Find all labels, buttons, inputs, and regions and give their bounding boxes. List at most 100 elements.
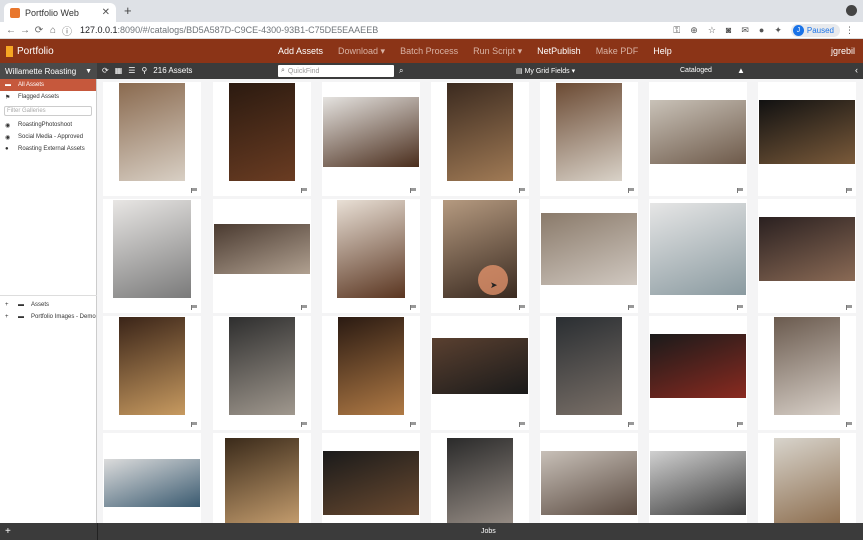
flag-icon[interactable] bbox=[301, 188, 307, 193]
asset-thumbnail[interactable] bbox=[650, 203, 746, 295]
jobs-label[interactable]: Jobs bbox=[481, 528, 496, 535]
mail-icon[interactable]: ✉ bbox=[741, 25, 749, 36]
home-icon[interactable]: ⌂ bbox=[46, 25, 60, 36]
menu-item-5[interactable]: Make PDF bbox=[596, 46, 639, 56]
asset-tile[interactable] bbox=[213, 316, 311, 430]
asset-tile[interactable] bbox=[103, 433, 201, 523]
puzzle-icon[interactable]: ✦ bbox=[774, 25, 782, 36]
asset-tile[interactable] bbox=[431, 316, 529, 430]
asset-tile[interactable] bbox=[649, 316, 747, 430]
quickfind-input[interactable]: ⌕ QuickFind bbox=[278, 65, 394, 77]
extension-g-icon[interactable]: ● bbox=[759, 25, 764, 35]
list-view-icon[interactable]: ☰ bbox=[128, 66, 135, 75]
asset-thumbnail[interactable] bbox=[119, 83, 185, 181]
asset-tile[interactable] bbox=[540, 433, 638, 523]
asset-thumbnail[interactable] bbox=[650, 451, 746, 515]
asset-thumbnail[interactable] bbox=[541, 213, 637, 285]
asset-thumbnail[interactable] bbox=[119, 317, 185, 415]
asset-thumbnail[interactable] bbox=[432, 338, 528, 394]
asset-tile[interactable] bbox=[322, 316, 420, 430]
asset-thumbnail[interactable] bbox=[759, 217, 855, 281]
flag-icon[interactable] bbox=[191, 422, 197, 427]
grid-view-icon[interactable]: ▦ bbox=[115, 66, 123, 75]
tree-item-0[interactable]: + ▬ Assets bbox=[0, 299, 97, 311]
gallery-item-1[interactable]: ◉ Social Media - Approved bbox=[0, 131, 96, 143]
menu-item-2[interactable]: Batch Process bbox=[400, 46, 458, 56]
asset-thumbnail[interactable] bbox=[556, 317, 622, 415]
asset-tile[interactable] bbox=[431, 82, 529, 196]
asset-thumbnail[interactable] bbox=[104, 459, 200, 507]
back-icon[interactable]: ← bbox=[4, 25, 18, 36]
filter-galleries-input[interactable]: Filter Galleries bbox=[4, 106, 92, 116]
reload-icon[interactable]: ⟳ bbox=[32, 25, 46, 36]
asset-tile[interactable] bbox=[758, 316, 856, 430]
asset-tile[interactable] bbox=[649, 433, 747, 523]
flag-icon[interactable] bbox=[410, 188, 416, 193]
menu-item-1[interactable]: Download ▾ bbox=[338, 46, 385, 57]
new-tab-icon[interactable]: + bbox=[124, 3, 132, 18]
asset-thumbnail[interactable] bbox=[225, 438, 299, 523]
flag-icon[interactable] bbox=[737, 305, 743, 310]
forward-icon[interactable]: → bbox=[18, 25, 32, 36]
flag-icon[interactable] bbox=[846, 305, 852, 310]
menu-item-3[interactable]: Run Script ▾ bbox=[473, 46, 522, 57]
app-logo[interactable]: Portfolio bbox=[0, 45, 200, 57]
asset-thumbnail[interactable] bbox=[447, 83, 513, 181]
camera-icon[interactable]: ◙ bbox=[726, 25, 731, 35]
gallery-item-2[interactable]: ● Roasting External Assets bbox=[0, 143, 96, 155]
flag-icon[interactable] bbox=[628, 188, 634, 193]
catalog-selector[interactable]: Willamette Roasting ▼ bbox=[0, 63, 97, 79]
star-icon[interactable]: ☆ bbox=[708, 25, 716, 36]
sidebar-item-0[interactable]: ▬ All Assets bbox=[0, 79, 96, 91]
asset-thumbnail[interactable] bbox=[650, 100, 746, 164]
user-menu[interactable]: jgrebil bbox=[831, 46, 855, 56]
asset-thumbnail[interactable] bbox=[338, 317, 404, 415]
asset-thumbnail[interactable] bbox=[337, 200, 405, 298]
flag-icon[interactable] bbox=[301, 422, 307, 427]
asset-thumbnail[interactable] bbox=[323, 97, 419, 167]
sidebar-item-1[interactable]: ⚑ Flagged Assets bbox=[0, 91, 96, 103]
asset-tile[interactable] bbox=[649, 82, 747, 196]
flag-icon[interactable] bbox=[191, 188, 197, 193]
asset-thumbnail[interactable] bbox=[774, 317, 840, 415]
asset-thumbnail[interactable] bbox=[447, 438, 513, 523]
asset-tile[interactable] bbox=[103, 199, 201, 313]
flag-icon[interactable] bbox=[410, 422, 416, 427]
asset-tile[interactable] bbox=[213, 82, 311, 196]
more-icon[interactable]: ⋮ bbox=[845, 25, 854, 36]
asset-tile[interactable] bbox=[431, 433, 529, 523]
flag-icon[interactable] bbox=[846, 422, 852, 427]
asset-tile[interactable] bbox=[213, 433, 311, 523]
asset-tile[interactable] bbox=[540, 199, 638, 313]
add-gallery-icon[interactable]: + bbox=[5, 526, 11, 537]
asset-thumbnail[interactable] bbox=[541, 451, 637, 515]
asset-tile[interactable] bbox=[540, 82, 638, 196]
asset-tile[interactable] bbox=[322, 199, 420, 313]
asset-thumbnail[interactable] bbox=[113, 200, 191, 298]
collapse-panel-icon[interactable]: ‹ bbox=[855, 65, 858, 75]
window-menu-icon[interactable] bbox=[846, 5, 857, 16]
refresh-icon[interactable]: ⟳ bbox=[102, 66, 109, 75]
sort-field-label[interactable]: Cataloged bbox=[680, 67, 712, 74]
advanced-search-icon[interactable]: ⌕ bbox=[399, 66, 403, 76]
asset-thumbnail[interactable] bbox=[323, 451, 419, 515]
grid-fields-dropdown[interactable]: ▤ My Grid Fields ▾ bbox=[516, 67, 575, 76]
flag-icon[interactable] bbox=[410, 305, 416, 310]
asset-thumbnail[interactable] bbox=[229, 317, 295, 415]
asset-tile[interactable] bbox=[431, 199, 529, 313]
key-icon[interactable]: ⚿ bbox=[673, 25, 680, 36]
flag-icon[interactable] bbox=[191, 305, 197, 310]
asset-thumbnail[interactable] bbox=[214, 224, 310, 274]
asset-thumbnail[interactable] bbox=[650, 334, 746, 398]
asset-tile[interactable] bbox=[758, 82, 856, 196]
flag-icon[interactable] bbox=[519, 188, 525, 193]
profile-button[interactable]: J Paused bbox=[790, 23, 840, 37]
tree-item-1[interactable]: + ▬ Portfolio Images - Demo bbox=[0, 311, 97, 323]
asset-tile[interactable] bbox=[213, 199, 311, 313]
asset-thumbnail[interactable] bbox=[229, 83, 295, 181]
menu-item-4[interactable]: NetPublish bbox=[537, 46, 581, 56]
flag-icon[interactable] bbox=[737, 422, 743, 427]
menu-item-0[interactable]: Add Assets bbox=[278, 46, 323, 56]
flag-icon[interactable] bbox=[737, 188, 743, 193]
asset-tile[interactable] bbox=[103, 316, 201, 430]
